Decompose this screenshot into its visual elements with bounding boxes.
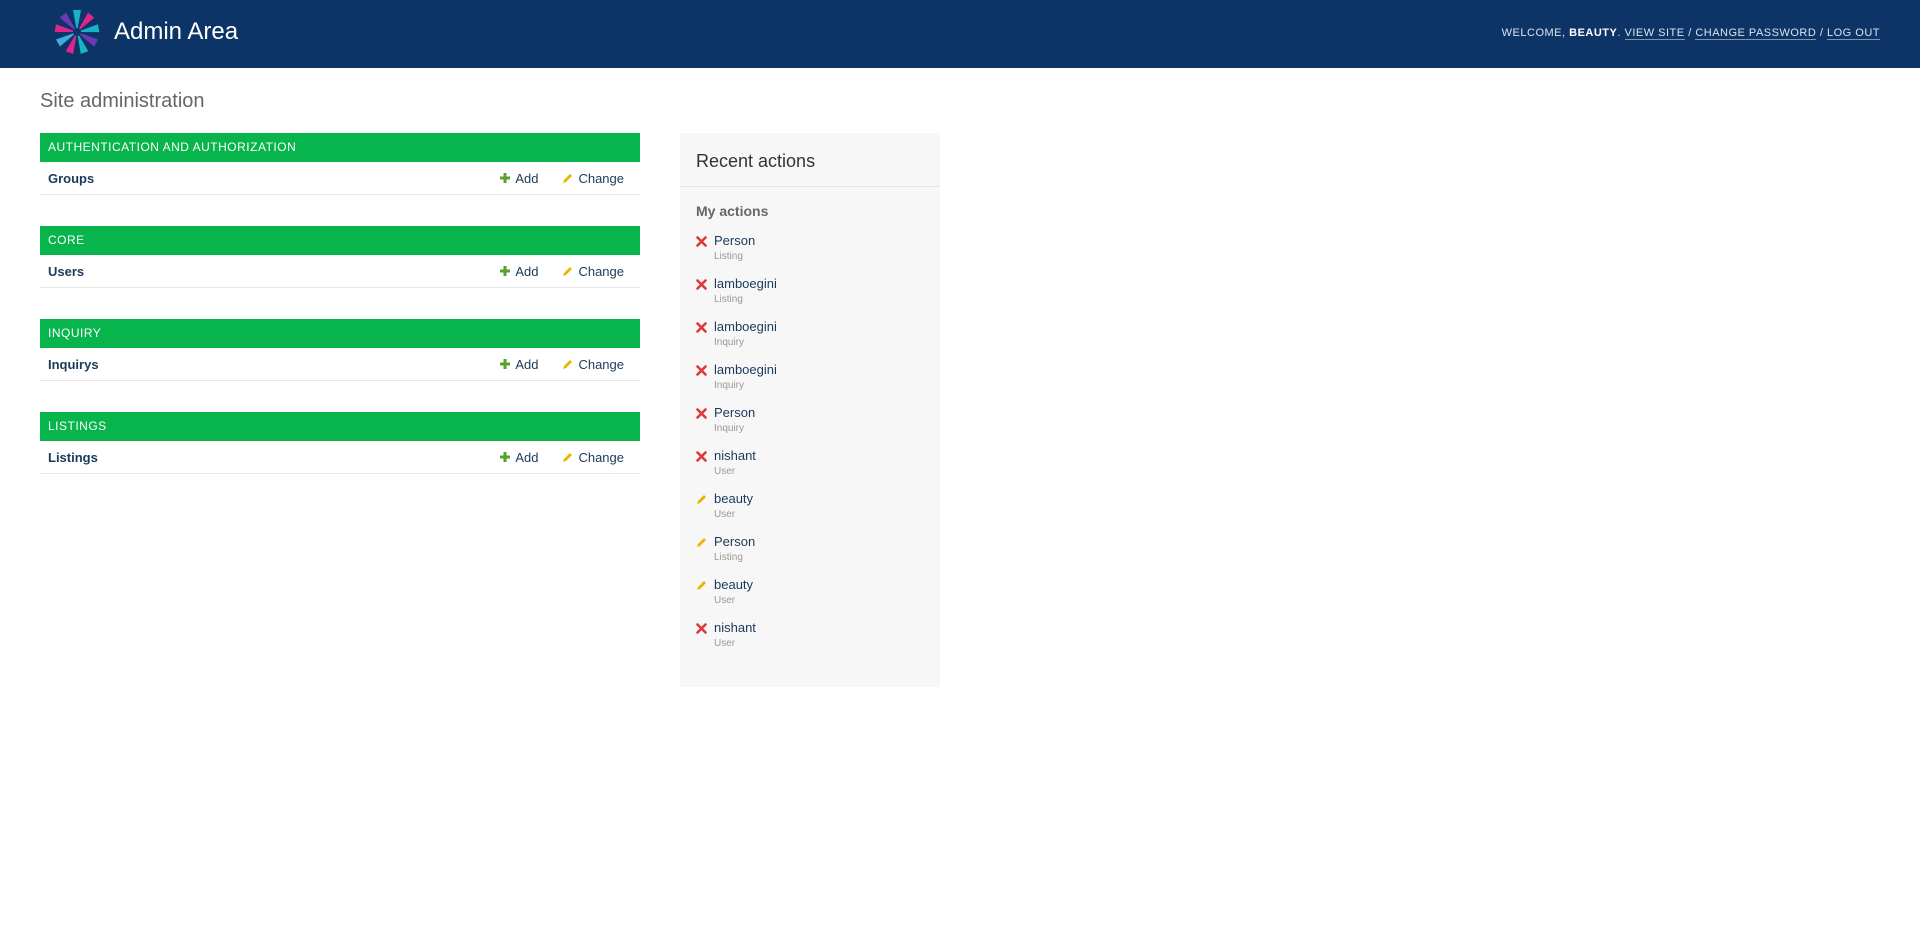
change-label: Change	[578, 170, 624, 186]
action-content-type: Listing	[714, 251, 743, 262]
action-object-link[interactable]: lamboegini	[714, 362, 777, 377]
delete-icon	[696, 322, 707, 333]
change-icon	[697, 495, 706, 504]
module-caption[interactable]: LISTINGS	[40, 412, 640, 441]
site-title: Admin Area	[114, 18, 239, 45]
change-icon	[697, 538, 706, 547]
my-actions-heading: My actions	[696, 203, 769, 219]
module-caption[interactable]: CORE	[40, 226, 640, 255]
add-button[interactable]: Add	[500, 171, 538, 186]
model-row: Users Add Change	[40, 255, 640, 288]
list-item: Person Listing	[696, 534, 926, 577]
list-item: Person Inquiry	[696, 405, 926, 448]
username: BEAUTY	[1569, 27, 1618, 39]
list-item: nishant User	[696, 620, 926, 663]
action-content-type: Inquiry	[714, 380, 745, 391]
action-content-type: Inquiry	[714, 337, 745, 348]
action-content-type: User	[714, 595, 736, 606]
app-module-inquiry: INQUIRY Inquirys Add Change	[40, 319, 640, 381]
model-link-listings[interactable]: Listings	[48, 450, 98, 465]
delete-icon	[696, 365, 707, 376]
action-content-type: Listing	[714, 552, 743, 563]
action-list: Person Listing lamboegini Listing lamboe…	[696, 233, 926, 663]
list-item: beauty User	[696, 491, 926, 534]
change-label: Change	[578, 356, 624, 372]
delete-icon	[696, 236, 707, 247]
add-label: Add	[515, 449, 539, 465]
delete-icon	[696, 623, 707, 634]
header: Admin Area WELCOME, BEAUTY. VIEW SITE / …	[0, 0, 1920, 68]
action-content-type: Inquiry	[714, 423, 745, 434]
action-content-type: User	[714, 509, 736, 520]
action-object-link[interactable]: nishant	[714, 620, 756, 635]
change-button[interactable]: Change	[562, 264, 624, 279]
delete-icon	[696, 451, 707, 462]
app-module-auth: AUTHENTICATION AND AUTHORIZATION Groups …	[40, 133, 640, 195]
app-module-core: CORE Users Add Change	[40, 226, 640, 288]
view-site-link[interactable]: VIEW SITE	[1624, 27, 1685, 40]
add-button[interactable]: Add	[500, 357, 538, 372]
add-button[interactable]: Add	[500, 450, 538, 465]
recent-actions-title: Recent actions	[696, 151, 816, 171]
username-suffix: .	[1617, 27, 1621, 39]
separator: /	[1819, 27, 1824, 39]
plus-icon	[500, 452, 511, 462]
action-content-type: User	[714, 638, 736, 649]
separator: /	[1688, 27, 1692, 39]
plus-icon	[500, 173, 511, 183]
model-row: Groups Add Change	[40, 162, 640, 195]
list-item: nishant User	[696, 448, 926, 491]
change-password-link[interactable]: CHANGE PASSWORD	[1695, 27, 1817, 40]
action-object-link[interactable]: Person	[714, 534, 755, 549]
logo-icon	[54, 10, 100, 55]
action-object-link[interactable]: lamboegini	[714, 319, 777, 334]
action-content-type: Listing	[714, 294, 743, 305]
recent-actions-panel: Recent actions My actions Person Listing…	[680, 133, 940, 687]
pencil-icon	[563, 173, 573, 183]
model-link-groups[interactable]: Groups	[48, 171, 94, 186]
module-caption[interactable]: AUTHENTICATION AND AUTHORIZATION	[40, 133, 640, 162]
add-label: Add	[515, 263, 539, 279]
module-caption[interactable]: INQUIRY	[40, 319, 640, 348]
change-label: Change	[578, 263, 624, 279]
list-item: lamboegini Inquiry	[696, 362, 926, 405]
action-object-link[interactable]: lamboegini	[714, 276, 777, 291]
action-object-link[interactable]: Person	[714, 233, 755, 248]
plus-icon	[500, 266, 511, 276]
pencil-icon	[563, 359, 573, 369]
app-module-listings: LISTINGS Listings Add Change	[40, 412, 640, 474]
brand[interactable]: Admin Area	[46, 8, 238, 56]
delete-icon	[696, 408, 707, 419]
list-item: lamboegini Inquiry	[696, 319, 926, 362]
delete-icon	[696, 279, 707, 290]
divider	[680, 186, 940, 187]
user-tools: WELCOME, BEAUTY. VIEW SITE / CHANGE PASS…	[1501, 27, 1880, 40]
model-row: Listings Add Change	[40, 441, 640, 474]
add-button[interactable]: Add	[500, 264, 538, 279]
page-title: Site administration	[40, 90, 205, 112]
action-object-link[interactable]: beauty	[714, 491, 753, 506]
pencil-icon	[563, 266, 573, 276]
list-item: Person Listing	[696, 233, 926, 276]
change-icon	[697, 581, 706, 590]
change-label: Change	[578, 449, 624, 465]
model-link-inquirys[interactable]: Inquirys	[48, 357, 99, 372]
model-link-users[interactable]: Users	[48, 264, 84, 279]
add-label: Add	[515, 356, 539, 372]
list-item: beauty User	[696, 577, 926, 620]
plus-icon	[500, 359, 511, 369]
action-object-link[interactable]: nishant	[714, 448, 756, 463]
change-button[interactable]: Change	[562, 450, 624, 465]
add-label: Add	[515, 170, 539, 186]
change-button[interactable]: Change	[562, 357, 624, 372]
welcome-text: WELCOME,	[1501, 27, 1566, 39]
model-row: Inquirys Add Change	[40, 348, 640, 381]
list-item: lamboegini Listing	[696, 276, 926, 319]
pencil-icon	[563, 452, 573, 462]
log-out-link[interactable]: LOG OUT	[1826, 27, 1880, 40]
action-object-link[interactable]: Person	[714, 405, 755, 420]
change-button[interactable]: Change	[562, 171, 624, 186]
action-content-type: User	[714, 466, 736, 477]
action-object-link[interactable]: beauty	[714, 577, 753, 592]
